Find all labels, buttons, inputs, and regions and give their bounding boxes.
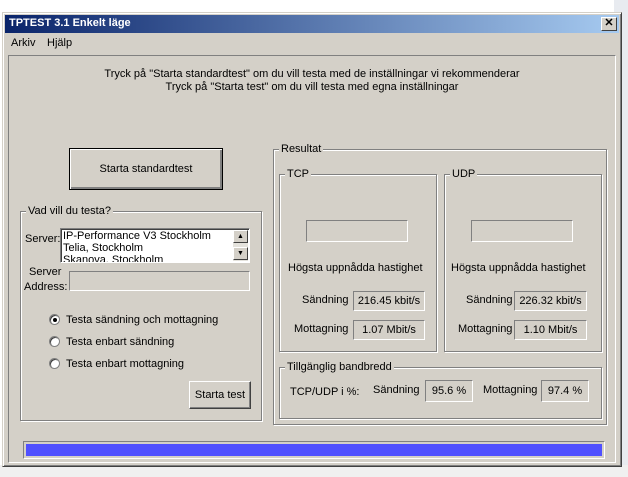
instruction-line-1: Tryck på "Starta standardtest" om du vil… — [104, 68, 520, 80]
bandwidth-row-label: TCP/UDP i %: — [290, 386, 360, 398]
title-bar[interactable]: TPTEST 3.1 Enkelt läge ✕ — [5, 15, 619, 33]
tcp-top-speed-label: Högsta uppnådda hastighet — [288, 262, 423, 274]
progress-fill — [26, 444, 602, 456]
results-group-title: Resultat — [279, 143, 324, 155]
progress-bar — [23, 441, 605, 459]
server-address-field[interactable] — [69, 271, 250, 291]
udp-group-title: UDP — [450, 168, 478, 180]
bandwidth-send-value: 95.6 % — [425, 380, 473, 402]
server-item[interactable]: Skanova, Stockholm — [61, 254, 249, 262]
server-listbox[interactable]: IP-Performance V3 Stockholm Telia, Stock… — [60, 228, 250, 263]
option-receive-only-label[interactable]: Testa enbart mottagning — [66, 358, 184, 370]
main-panel: Tryck på "Starta standardtest" om du vil… — [8, 55, 616, 463]
app-window: TPTEST 3.1 Enkelt läge ✕ Arkiv Hjälp Try… — [2, 12, 622, 467]
tcp-top-speed-field — [306, 220, 408, 242]
bandwidth-receive-label: Mottagning — [483, 384, 538, 396]
tcp-receive-label: Mottagning — [294, 323, 349, 335]
start-test-button[interactable]: Starta test — [189, 381, 251, 409]
tcp-send-value: 216.45 kbit/s — [353, 291, 425, 311]
test-options-group-title: Vad vill du testa? — [26, 205, 113, 217]
bandwidth-group-title: Tillgänglig bandbredd — [285, 361, 394, 373]
bandwidth-receive-value: 97.4 % — [541, 380, 589, 402]
option-send-receive-label[interactable]: Testa sändning och mottagning — [66, 314, 218, 326]
menu-arkiv[interactable]: Arkiv — [11, 37, 35, 49]
udp-send-label: Sändning — [466, 294, 513, 306]
tcp-send-label: Sändning — [302, 294, 349, 306]
menu-bar: Arkiv Hjälp — [5, 34, 619, 52]
scroll-up-icon[interactable]: ▲ — [233, 230, 248, 243]
option-send-only-label[interactable]: Testa enbart sändning — [66, 336, 174, 348]
bandwidth-send-label: Sändning — [373, 384, 420, 396]
radio-receive-only[interactable] — [49, 358, 60, 369]
udp-top-speed-label: Högsta uppnådda hastighet — [451, 262, 586, 274]
instruction-line-2: Tryck på "Starta test" om du vill testa … — [165, 81, 459, 93]
window-title: TPTEST 3.1 Enkelt läge — [9, 17, 131, 29]
close-button[interactable]: ✕ — [601, 17, 617, 31]
udp-receive-value: 1.10 Mbit/s — [514, 320, 587, 340]
server-address-label-2: Address: — [24, 281, 68, 293]
radio-selected-dot — [53, 318, 57, 322]
udp-top-speed-field — [471, 220, 573, 242]
server-item[interactable]: Telia, Stockholm — [61, 242, 249, 254]
radio-send-only[interactable] — [49, 336, 60, 347]
tcp-group-title: TCP — [285, 168, 311, 180]
standard-test-button[interactable]: Starta standardtest — [69, 148, 223, 190]
server-address-label-1: Server — [29, 266, 62, 278]
radio-send-receive[interactable] — [49, 314, 60, 325]
tcp-receive-value: 1.07 Mbit/s — [353, 320, 425, 340]
server-item[interactable]: IP-Performance V3 Stockholm — [61, 230, 249, 242]
udp-send-value: 226.32 kbit/s — [514, 291, 587, 311]
udp-receive-label: Mottagning — [458, 323, 513, 335]
menu-hjalp[interactable]: Hjälp — [47, 37, 72, 49]
scroll-down-icon[interactable]: ▼ — [233, 247, 248, 260]
server-label: Server: — [25, 233, 61, 245]
server-scrollbar[interactable]: ▲ ▼ — [233, 230, 248, 261]
